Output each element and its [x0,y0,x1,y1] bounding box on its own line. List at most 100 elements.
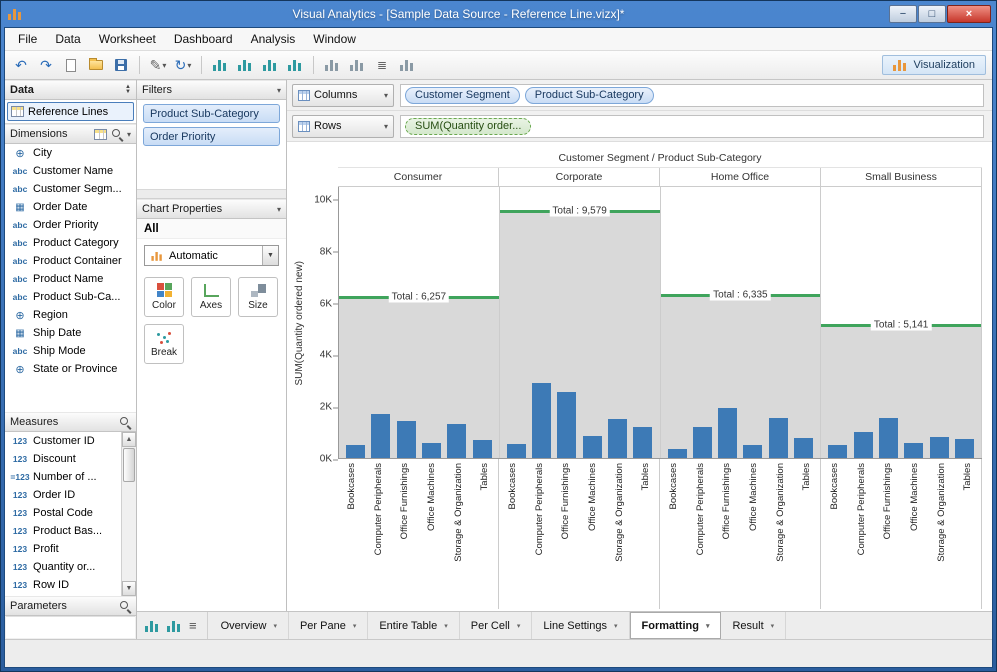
break-button[interactable]: Break [144,324,184,364]
bar-office-machines[interactable] [904,443,924,458]
bar-office-furnishings[interactable] [396,420,416,458]
bar-storage-organization[interactable] [929,437,949,458]
field-order-id[interactable]: 123 Order ID [5,486,121,504]
tab-line-settings[interactable]: Line Settings ▾ [532,612,630,639]
field-product-category[interactable]: abc Product Category [5,234,136,252]
scroll-up-button[interactable]: ▲ [122,432,136,447]
menu-window[interactable]: Window [304,28,365,50]
columns-shelf[interactable]: Customer Segment Product Sub-Category [400,83,984,107]
select-chart-button[interactable] [322,54,342,76]
search-icon[interactable] [119,600,131,612]
bar-storage-organization[interactable] [768,418,788,458]
field-ship-mode[interactable]: abc Ship Mode [5,342,136,360]
chevron-down-icon[interactable]: ▾ [277,86,281,95]
chart-pane-small-business[interactable]: Total : 5,141 [821,187,982,458]
field-quantity-or[interactable]: 123 Quantity or... [5,558,121,576]
field-discount[interactable]: 123 Discount [5,450,121,468]
filter-pill-product-sub-category[interactable]: Product Sub-Category [143,104,280,123]
bar-tables[interactable] [794,437,814,458]
bar-bookcases[interactable] [346,445,366,458]
collapse-expand-icon[interactable]: ▲ ▼ [125,84,131,95]
bar-computer-peripherals[interactable] [532,383,552,458]
open-button[interactable] [86,54,106,76]
field-profit[interactable]: 123 Profit [5,540,121,558]
measures-header[interactable]: Measures [5,412,136,432]
tab-entire-table[interactable]: Entire Table ▾ [368,612,460,639]
minimize-button[interactable]: − [889,5,917,23]
filter-pill-order-priority[interactable]: Order Priority [143,127,280,146]
visualization-button[interactable]: Visualization [882,55,986,75]
bar-office-machines[interactable] [582,435,602,458]
refresh-button[interactable]: ↻ ▾ [173,54,193,76]
rows-shelf[interactable]: SUM(Quantity order... [400,114,984,138]
panel-splitter[interactable] [137,190,286,199]
field-city[interactable]: ⊕ City [5,144,136,162]
search-icon[interactable] [111,128,123,140]
tab-result[interactable]: Result ▾ [721,612,787,639]
pill-sum-quantity-order[interactable]: SUM(Quantity order... [405,117,532,135]
field-product-bas[interactable]: 123 Product Bas... [5,522,121,540]
bar-chart-icon[interactable] [145,619,159,632]
filters-header[interactable]: Filters ▾ [137,80,286,100]
tab-per-pane[interactable]: Per Pane ▾ [289,612,369,639]
field-product-name[interactable]: abc Product Name [5,270,136,288]
parameters-header[interactable]: Parameters [5,596,136,616]
field-customer-id[interactable]: 123 Customer ID [5,432,121,450]
size-button[interactable]: Size [238,277,278,317]
save-button[interactable] [111,54,131,76]
pill-customer-segment[interactable]: Customer Segment [405,86,520,104]
rows-control[interactable]: Rows ▾ [292,114,394,138]
new-sheet-button[interactable] [61,54,81,76]
bar-tables[interactable] [633,426,653,458]
tab-overview[interactable]: Overview ▾ [210,612,289,639]
pill-product-sub-category[interactable]: Product Sub-Category [524,86,654,104]
search-icon[interactable] [119,416,131,428]
add-bars-chart-button[interactable] [210,54,230,76]
measures-scrollbar[interactable]: ▲ ▼ [121,432,136,596]
field-customer-name[interactable]: abc Customer Name [5,162,136,180]
menu-file[interactable]: File [9,28,46,50]
bar-office-furnishings[interactable] [557,392,577,458]
annotate-chart-button[interactable] [397,54,417,76]
bar-bookcases[interactable] [667,448,687,458]
ruler-bars-chart-button[interactable] [260,54,280,76]
field-region[interactable]: ⊕ Region [5,306,136,324]
maximize-button[interactable]: □ [918,5,946,23]
bar-tables[interactable] [472,439,492,458]
bar-office-furnishings[interactable] [878,418,898,458]
chart-properties-header[interactable]: Chart Properties ▾ [137,199,286,219]
bar-computer-peripherals[interactable] [692,427,712,458]
format-grid-button[interactable]: ≣ [372,54,392,76]
chart-pane-corporate[interactable]: Total : 9,579 [499,187,661,458]
close-button[interactable]: × [947,5,991,23]
bar-computer-peripherals[interactable] [371,414,391,458]
bar-computer-peripherals[interactable] [853,432,873,458]
grid-chart-icon[interactable] [167,619,181,632]
chart-pane-consumer[interactable]: Total : 6,257 [339,187,500,458]
field-product-sub-ca[interactable]: abc Product Sub-Ca... [5,288,136,306]
field-customer-segm[interactable]: abc Customer Segm... [5,180,136,198]
menu-analysis[interactable]: Analysis [242,28,305,50]
grid-bars-chart-button[interactable] [235,54,255,76]
bar-storage-organization[interactable] [447,424,467,458]
undo-button[interactable]: ↶ [11,54,31,76]
highlight-bars-chart-button[interactable] [285,54,305,76]
tab-formatting[interactable]: Formatting ▾ [629,612,722,639]
title-bar[interactable]: Visual Analytics - [Sample Data Source -… [4,1,993,27]
menu-worksheet[interactable]: Worksheet [90,28,165,50]
field-order-date[interactable]: ▦ Order Date [5,198,136,216]
field-state-or-province[interactable]: ⊕ State or Province [5,360,136,378]
color-button[interactable]: Color [144,277,184,317]
bar-tables[interactable] [954,439,974,458]
columns-control[interactable]: Columns ▾ [292,83,394,107]
dimensions-header[interactable]: Dimensions ▾ [5,124,136,144]
list-icon[interactable]: ≡ [189,618,197,633]
axes-button[interactable]: Axes [191,277,231,317]
menu-data[interactable]: Data [46,28,89,50]
design-button[interactable]: ✎ ▾ [148,54,168,76]
chart-pane-home-office[interactable]: Total : 6,335 [660,187,822,458]
bar-office-machines[interactable] [421,442,441,458]
chevron-down-icon[interactable]: ▾ [277,205,281,214]
scroll-down-button[interactable]: ▼ [122,581,136,596]
mark-type-select[interactable]: Automatic ▼ [144,245,279,266]
